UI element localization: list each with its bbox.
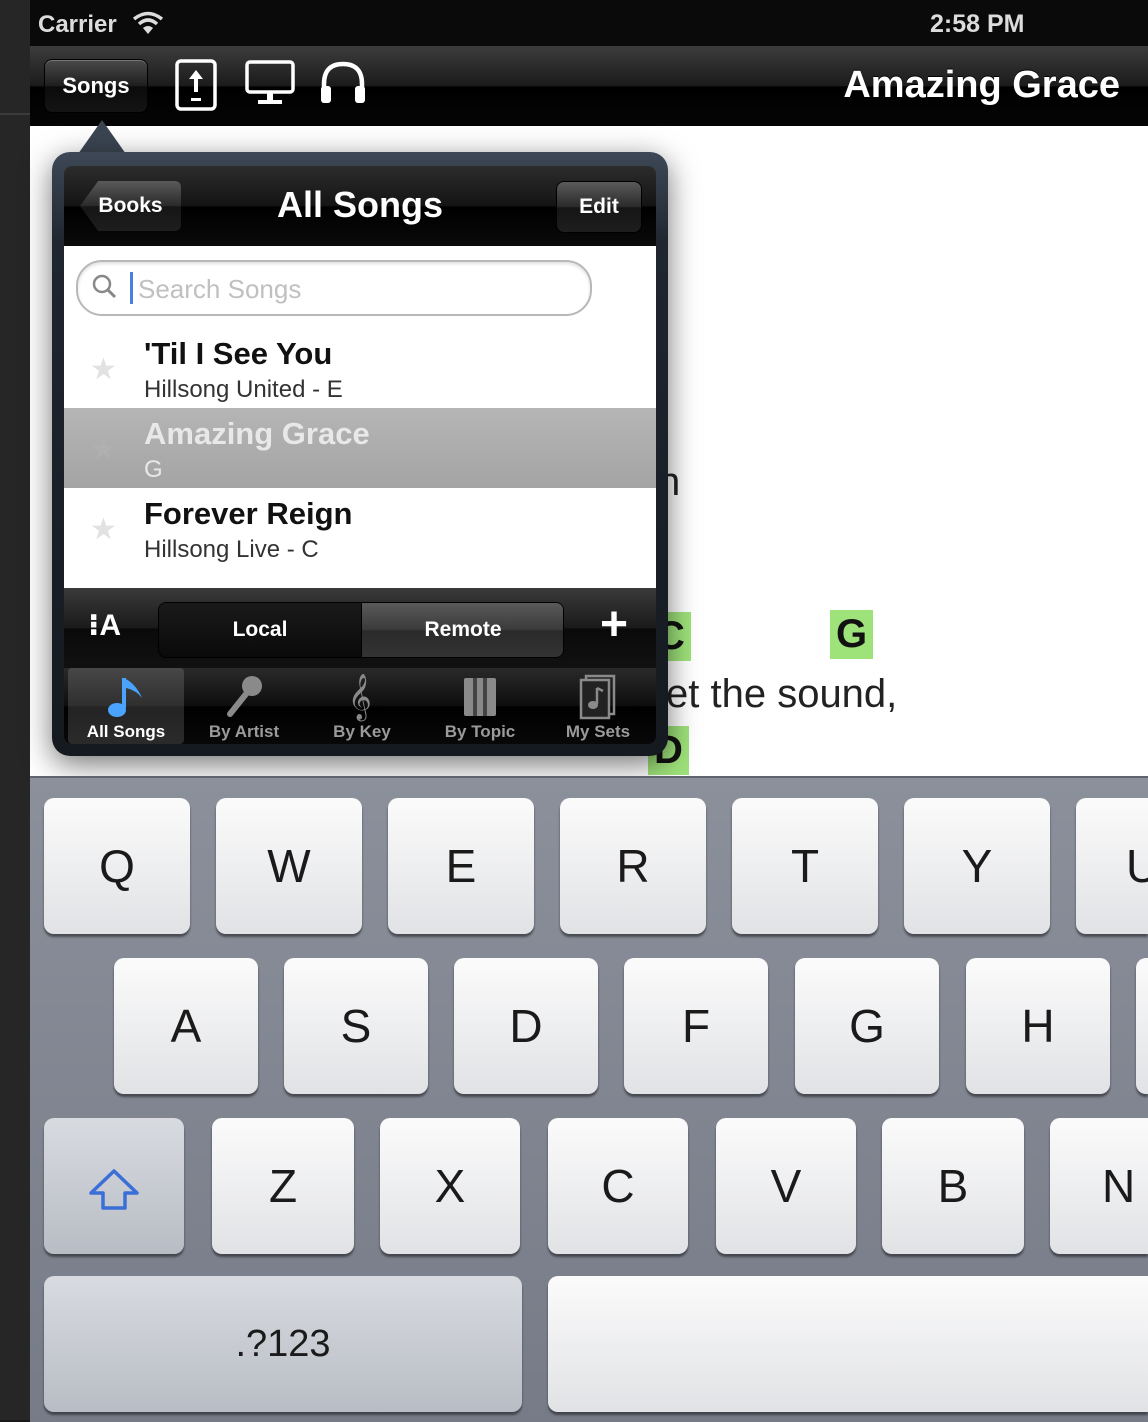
tab-label: By Topic: [444, 722, 516, 741]
segment-remote[interactable]: Remote: [361, 603, 563, 657]
carrier-label: Carrier: [38, 11, 117, 38]
add-song-button[interactable]: +: [600, 600, 628, 650]
tab-label: By Artist: [208, 722, 280, 741]
shift-key[interactable]: [44, 1118, 184, 1254]
microphone-icon: [224, 674, 264, 725]
lyric-line: et the sound,: [666, 672, 898, 716]
popover-toolbar: ⁝A Local Remote +: [64, 588, 656, 668]
divider: [0, 113, 30, 115]
song-item-subtitle: Hillsong United - E: [144, 376, 343, 403]
tab-bar: All Songs By Artist 𝄞 By Key By Topic My…: [64, 668, 656, 744]
music-note-icon: [106, 674, 146, 725]
search-icon: [92, 274, 118, 305]
key-x[interactable]: X: [380, 1118, 520, 1254]
key-u[interactable]: U: [1076, 798, 1148, 934]
key-d[interactable]: D: [454, 958, 598, 1094]
numbers-key[interactable]: .?123: [44, 1276, 522, 1412]
key-f[interactable]: F: [624, 958, 768, 1094]
key-r[interactable]: R: [560, 798, 706, 934]
song-item-subtitle: G: [144, 456, 163, 483]
key-h[interactable]: H: [966, 958, 1110, 1094]
headphones-icon[interactable]: [318, 58, 368, 113]
song-list-item[interactable]: ★ Forever Reign Hillsong Live - C: [64, 488, 656, 589]
popover-arrow: [78, 120, 126, 154]
edit-button[interactable]: Edit: [556, 181, 642, 233]
key-q[interactable]: Q: [44, 798, 190, 934]
key-v[interactable]: V: [716, 1118, 856, 1254]
tab-by-topic[interactable]: By Topic: [422, 668, 538, 744]
nav-bar: Songs Amazing Grace: [30, 46, 1148, 128]
book-icon: [460, 674, 500, 725]
song-title: Amazing Grace: [843, 64, 1120, 106]
star-icon[interactable]: ★: [90, 432, 117, 467]
left-margin: [0, 0, 30, 1420]
shift-icon: [87, 1168, 141, 1212]
onscreen-keyboard: Q W E R T Y U A S D F G H J Z X C V B N …: [30, 776, 1148, 1422]
song-item-title: 'Til I See You: [144, 336, 333, 371]
song-list-item-selected[interactable]: ★ Amazing Grace G: [64, 408, 656, 489]
key-w[interactable]: W: [216, 798, 362, 934]
tab-all-songs[interactable]: All Songs: [68, 668, 184, 744]
set-list-icon: [578, 674, 618, 725]
key-g[interactable]: G: [795, 958, 939, 1094]
key-b[interactable]: B: [882, 1118, 1024, 1254]
key-c[interactable]: C: [548, 1118, 688, 1254]
song-list-item[interactable]: ★ 'Til I See You Hillsong United - E: [64, 328, 656, 409]
share-icon[interactable]: [174, 58, 218, 117]
key-z[interactable]: Z: [212, 1118, 354, 1254]
key-t[interactable]: T: [732, 798, 878, 934]
chord-label: G: [830, 610, 874, 659]
key-n[interactable]: N: [1050, 1118, 1148, 1254]
star-icon[interactable]: ★: [90, 352, 117, 387]
search-bar: [64, 246, 656, 329]
key-j[interactable]: J: [1136, 958, 1148, 1094]
key-s[interactable]: S: [284, 958, 428, 1094]
tab-label: By Key: [333, 722, 391, 741]
songs-popover: Books All Songs Edit ★ 'Til I See You Hi…: [52, 152, 668, 756]
source-segmented-control: Local Remote: [158, 602, 564, 658]
space-key[interactable]: [548, 1276, 1148, 1412]
wifi-icon: [132, 10, 164, 41]
song-item-title: Forever Reign: [144, 496, 353, 531]
tab-my-sets[interactable]: My Sets: [540, 668, 656, 744]
key-e[interactable]: E: [388, 798, 534, 934]
segment-local[interactable]: Local: [159, 603, 361, 657]
tab-by-key[interactable]: 𝄞 By Key: [304, 668, 420, 744]
clock: 2:58 PM: [930, 10, 1025, 38]
treble-clef-icon: 𝄞: [348, 675, 372, 719]
tab-label: My Sets: [565, 722, 631, 741]
font-size-icon[interactable]: ⁝A: [88, 608, 121, 643]
song-item-title: Amazing Grace: [144, 416, 370, 451]
song-item-subtitle: Hillsong Live - C: [144, 536, 319, 563]
popover-nav-bar: Books All Songs Edit: [64, 166, 656, 246]
search-field[interactable]: [76, 260, 592, 316]
star-icon[interactable]: ★: [90, 512, 117, 547]
songs-button[interactable]: Songs: [44, 59, 148, 113]
status-bar: Carrier 2:58 PM: [30, 0, 1148, 46]
tab-label: All Songs: [86, 722, 166, 741]
text-cursor: [130, 272, 133, 304]
key-y[interactable]: Y: [904, 798, 1050, 934]
tab-by-artist[interactable]: By Artist: [186, 668, 302, 744]
monitor-icon[interactable]: [244, 58, 296, 113]
search-input[interactable]: [136, 268, 580, 310]
key-a[interactable]: A: [114, 958, 258, 1094]
